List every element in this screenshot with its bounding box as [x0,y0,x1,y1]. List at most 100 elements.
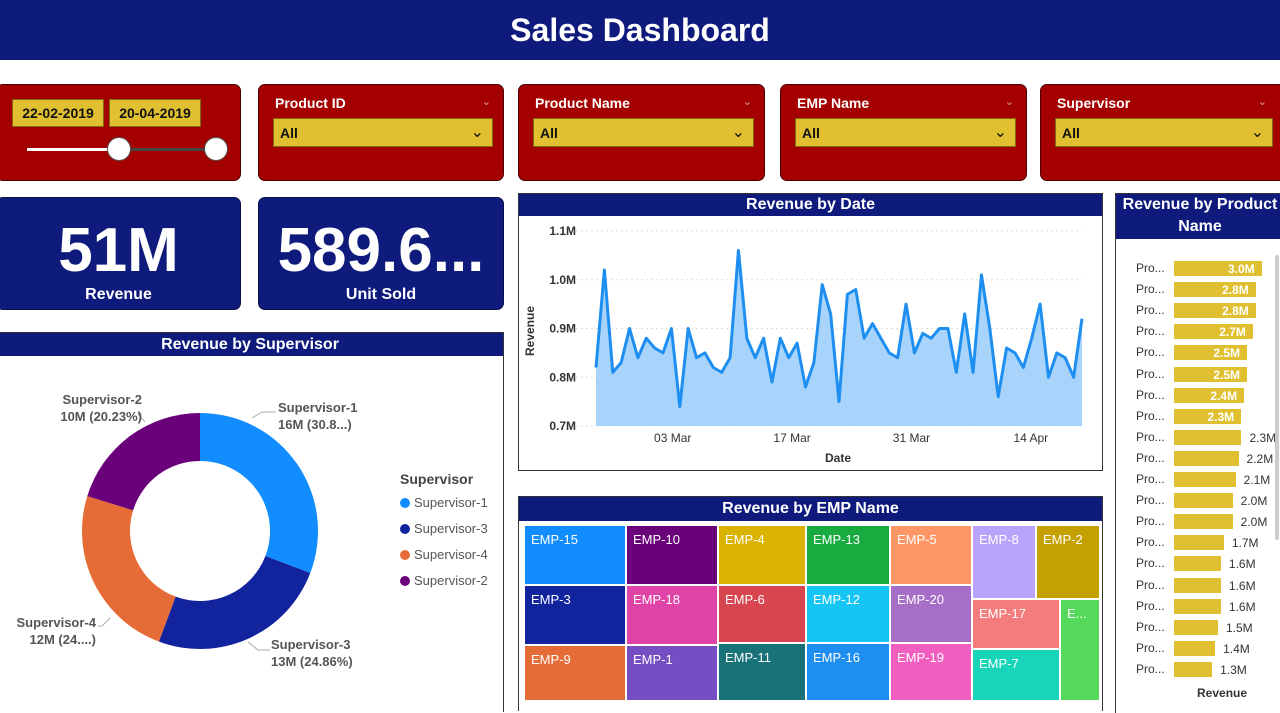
treemap-tile[interactable]: EMP-13 [806,525,890,585]
treemap-tile[interactable]: EMP-7 [972,649,1060,701]
panel-title: Revenue by Supervisor [0,333,503,356]
product-bar[interactable] [1174,556,1221,572]
bar-category-label: Pro... [1136,324,1165,339]
donut-label-supervisor-4: Supervisor-4 12M (24....) [16,615,96,647]
treemap-tile[interactable]: EMP-2 [1036,525,1100,599]
product-bar[interactable] [1174,493,1233,509]
leader-line [247,641,270,651]
legend-item-supervisor-1[interactable]: Supervisor-1 [400,495,488,510]
start-date-input[interactable]: 22-02-2019 [12,99,104,127]
treemap-tile[interactable]: EMP-5 [890,525,972,585]
product-bar[interactable] [1174,472,1236,487]
bar-value-label: 3.0M [1228,262,1255,276]
treemap-tile[interactable]: EMP-17 [972,599,1060,649]
bar-value-label: 2.8M [1222,283,1249,298]
panel-title: Revenue by Product Name [1116,194,1280,239]
filter-label: Product Name [535,95,630,111]
chevron-down-icon[interactable]: ⌄ [743,95,752,108]
revenue-by-date-chart[interactable]: 1.1M 1.0M 0.9M 0.8M 0.7M 03 Mar 17 Mar 31 Mar 14… [520,216,1100,468]
legend-dot [400,549,410,560]
bar-category-label: Pro... [1136,303,1165,318]
legend-item-supervisor-2[interactable]: Supervisor-2 [400,573,488,588]
donut-slice-supervisor-2 [87,413,200,511]
legend-item-supervisor-3[interactable]: Supervisor-3 [400,521,488,536]
bar-category-label: Pro... [1136,535,1165,550]
legend-title: Supervisor [400,471,474,487]
product-bar[interactable] [1174,661,1213,677]
dropdown-value: All [1062,124,1080,141]
chevron-down-icon[interactable]: ⌄ [482,95,491,108]
x-axis-label: Revenue [1197,686,1248,700]
emp-name-filter: EMP Name ⌄ All ⌄ [780,84,1027,181]
bar-value-label: 2.5M [1213,346,1241,361]
bar-value-label: 1.6M [1228,599,1256,614]
treemap-tile[interactable]: EMP-8 [972,525,1036,599]
leader-line [98,617,111,627]
bar-category-label: Pro... [1136,429,1165,444]
treemap-tile[interactable]: EMP-20 [890,585,972,643]
bar-category-label: Pro... [1136,619,1165,634]
product-id-dropdown[interactable]: All ⌄ [273,118,493,147]
product-bar[interactable] [1174,535,1224,551]
treemap-tile[interactable]: EMP-11 [718,643,806,701]
treemap-tile[interactable]: E... [1060,599,1100,701]
product-bar[interactable] [1174,619,1218,635]
chevron-down-icon[interactable]: ⌄ [1005,95,1014,108]
chevron-down-icon: ⌄ [1250,124,1264,141]
date-range-filter: 22-02-2019 20-04-2019 [0,84,241,181]
chevron-down-icon: ⌄ [470,124,484,141]
treemap-tile[interactable]: EMP-6 [718,585,806,643]
end-date-input[interactable]: 20-04-2019 [109,99,201,127]
kpi-label: Revenue [85,286,152,303]
product-bar[interactable] [1174,598,1221,614]
bar-value-label: 2.1M [1243,473,1271,487]
emp-name-dropdown[interactable]: All ⌄ [795,118,1016,147]
product-bar[interactable] [1174,514,1233,530]
product-bar[interactable] [1174,640,1216,656]
bar-category-label: Pro... [1136,282,1165,297]
x-tick-label: 14 Apr [1013,431,1048,445]
treemap-tile[interactable]: EMP-3 [524,585,626,645]
bar-value-label: 1.3M [1220,662,1247,677]
bar-category-label: Pro... [1136,556,1165,571]
treemap-tile[interactable]: EMP-4 [718,525,806,585]
treemap-tile[interactable]: EMP-19 [890,643,972,701]
slider-start-handle[interactable] [107,137,131,161]
product-name-dropdown[interactable]: All ⌄ [533,118,754,147]
bar-value-label: 1.4M [1223,641,1250,656]
product-bar[interactable] [1174,577,1221,593]
y-tick-label: 1.0M [549,273,576,287]
slider-track-right [119,148,217,151]
legend-item-supervisor-4[interactable]: Supervisor-4 [400,547,488,562]
donut-label-supervisor-1: Supervisor-1 16M (30.8...) [278,400,358,432]
treemap-tile[interactable]: EMP-10 [626,525,718,585]
product-bar[interactable] [1174,450,1239,466]
chevron-down-icon[interactable]: ⌄ [1258,95,1267,108]
bar-value-label: 2.3M [1249,430,1277,445]
donut-slice-supervisor-1 [200,413,319,574]
bar-value-label: 2.5M [1213,367,1241,382]
treemap-tile[interactable]: EMP-15 [524,525,626,585]
legend-label: Supervisor-1 [414,495,488,510]
supervisor-dropdown[interactable]: All ⌄ [1055,118,1273,147]
product-id-filter: Product ID ⌄ All ⌄ [258,84,504,181]
treemap-tile[interactable]: EMP-12 [806,585,890,643]
treemap-tile[interactable]: EMP-9 [524,645,626,701]
bar-category-label: Pro... [1136,514,1165,529]
emp-treemap[interactable]: EMP-15 EMP-10 EMP-4 EMP-13 EMP-5 EMP-8 EMP-2 EM… [524,525,1100,701]
panel-title: Revenue by EMP Name [519,497,1102,521]
slider-end-handle[interactable] [204,137,228,161]
supervisor-filter: Supervisor ⌄ All ⌄ [1040,84,1280,181]
bar-category-label: Pro... [1136,408,1165,423]
dashboard-header: Sales Dashboard [0,0,1280,60]
treemap-tile[interactable]: EMP-16 [806,643,890,701]
scrollbar[interactable] [1275,255,1279,540]
bar-value-label: 2.8M [1222,304,1249,319]
product-bar-chart[interactable]: Pro... 3.0M Pro... 2.8M Pro... 2.8M Pro... 2.7M… [1116,255,1276,695]
product-name-filter: Product Name ⌄ All ⌄ [518,84,765,181]
legend-dot [400,497,410,508]
treemap-tile[interactable]: EMP-18 [626,585,718,645]
product-bar[interactable] [1174,429,1242,445]
treemap-tile[interactable]: EMP-1 [626,645,718,701]
leader-line [251,411,276,419]
